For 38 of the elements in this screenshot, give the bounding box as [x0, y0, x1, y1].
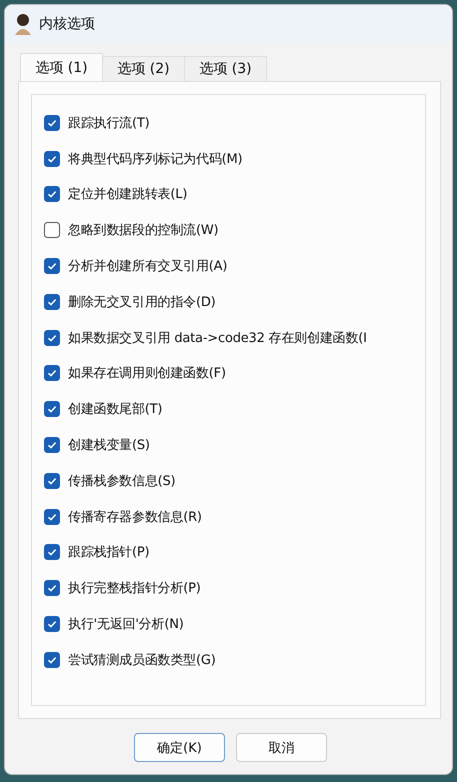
checkbox-label[interactable]: 跟踪栈指针(P)	[68, 543, 150, 562]
tab[interactable]: 选项 (1)	[20, 53, 103, 81]
tab[interactable]: 选项 (3)	[184, 56, 267, 81]
ok-button[interactable]: 确定(K)	[134, 733, 225, 762]
checkbox[interactable]	[44, 365, 60, 382]
checkbox-label[interactable]: 执行'无返回'分析(N)	[68, 615, 184, 634]
checkbox-label[interactable]: 如果存在调用则创建函数(F)	[68, 364, 226, 382]
checkbox[interactable]	[44, 258, 60, 274]
checkbox-label[interactable]: 创建函数尾部(T)	[68, 400, 162, 418]
checkbox[interactable]	[44, 330, 60, 346]
checkbox-label[interactable]: 如果数据交叉引用 data->code32 存在则创建函数(I	[68, 328, 367, 347]
checkbox-label[interactable]: 删除无交叉引用的指令(D)	[68, 292, 216, 311]
checkbox-label[interactable]: 忽略到数据段的控制流(W)	[68, 221, 218, 240]
checkbox[interactable]	[44, 652, 60, 668]
checkbox-label[interactable]: 传播栈参数信息(S)	[68, 472, 176, 490]
cancel-button[interactable]: 取消	[236, 733, 327, 762]
checkbox[interactable]	[44, 222, 60, 238]
checkbox-label[interactable]: 分析并创建所有交叉引用(A)	[68, 257, 228, 276]
checkbox-label[interactable]: 尝试猜测成员函数类型(G)	[68, 650, 216, 669]
checkbox-label[interactable]: 传播寄存器参数信息(R)	[68, 508, 202, 526]
checkbox-label[interactable]: 创建栈变量(S)	[68, 436, 150, 454]
checkbox[interactable]	[44, 508, 60, 525]
checkbox[interactable]	[44, 401, 60, 418]
checkbox[interactable]	[44, 472, 60, 489]
checkbox[interactable]	[44, 186, 60, 202]
checkbox[interactable]	[44, 580, 60, 596]
checkbox[interactable]	[44, 114, 60, 131]
checkbox[interactable]	[44, 150, 60, 167]
checkbox[interactable]	[44, 437, 60, 454]
checkbox[interactable]	[44, 544, 60, 560]
window-title: 内核选项	[39, 15, 95, 33]
checkbox-label[interactable]: 将典型代码序列标记为代码(M)	[68, 150, 242, 168]
checkbox-label[interactable]: 定位并创建跳转表(L)	[68, 185, 188, 204]
checkbox-label[interactable]: 执行完整栈指针分析(P)	[68, 579, 201, 598]
person-icon	[13, 13, 33, 35]
checkbox[interactable]	[44, 294, 60, 310]
checkbox-label[interactable]: 跟踪执行流(T)	[68, 114, 150, 132]
checkbox[interactable]	[44, 616, 60, 632]
